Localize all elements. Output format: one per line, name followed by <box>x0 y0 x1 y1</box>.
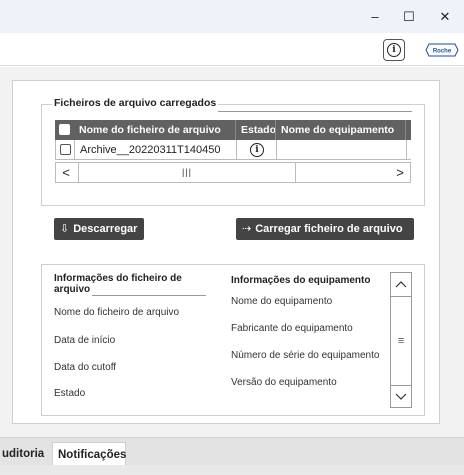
equipment-version-label: Versão do equipamento <box>231 377 337 388</box>
vertical-scrollbar[interactable]: ≡ <box>390 272 412 408</box>
row-checkbox[interactable] <box>60 144 71 155</box>
app-header: i Roche <box>0 33 464 66</box>
file-info-title: Informações do ficheiro de arquivo <box>54 273 182 295</box>
scroll-up-button[interactable] <box>391 273 411 295</box>
file-name-cell: Archive__20220311T140450 <box>80 144 221 156</box>
scroll-right-button[interactable]: > <box>390 163 410 182</box>
cell-divider <box>236 140 237 160</box>
uploaded-files-title: Ficheiros de arquivo carregados <box>52 97 219 109</box>
file-name-label: Nome do ficheiro de arquivo <box>54 307 180 318</box>
title-underline <box>92 295 206 296</box>
download-icon: ⇩ <box>60 223 70 235</box>
download-label: Descarregar <box>73 223 138 235</box>
scroll-thumb[interactable]: ≡ <box>391 296 411 386</box>
close-button[interactable]: ✕ <box>437 9 453 25</box>
column-divider[interactable] <box>405 120 406 140</box>
column-header-equipment-name[interactable]: Nome do equipamento <box>275 120 411 140</box>
equipment-name-label: Nome do equipamento <box>231 296 333 307</box>
cell-divider <box>406 140 407 160</box>
info-icon: i <box>387 43 401 57</box>
status-label: Estado <box>54 388 86 399</box>
scroll-thumb[interactable]: ||| <box>78 163 296 182</box>
manufacturer-label: Fabricante do equipamento <box>231 323 353 334</box>
column-header-file-name[interactable]: Nome do ficheiro de arquivo <box>73 120 235 140</box>
info-icon[interactable]: i <box>250 143 264 157</box>
horizontal-scrollbar[interactable]: < ||| > <box>55 162 411 183</box>
table-row[interactable]: Archive__20220311T140450 i <box>55 140 411 160</box>
upload-archive-button[interactable]: ⇢ Carregar ficheiro de arquivo <box>236 218 414 240</box>
tab-notifications[interactable]: Notificações <box>52 442 126 466</box>
tab-audit[interactable]: uditoria <box>0 442 49 466</box>
serial-number-label: Número de série do equipamento <box>231 350 380 361</box>
roche-logo: Roche <box>425 43 459 57</box>
upload-icon: ⇢ <box>242 223 252 235</box>
chevron-down-icon <box>395 393 407 400</box>
title-underline <box>218 111 412 112</box>
status-bar <box>0 465 464 475</box>
column-header-status[interactable]: Estado <box>235 120 279 140</box>
equipment-name-cell <box>276 140 406 160</box>
table-header: Nome do ficheiro de arquivo Estado Nome … <box>55 120 411 140</box>
cutoff-date-label: Data do cutoff <box>54 362 117 373</box>
select-all-checkbox[interactable] <box>59 124 70 135</box>
scroll-left-button[interactable]: < <box>56 163 76 182</box>
start-date-label: Data de início <box>54 335 116 346</box>
bottom-tabbar: uditoria Notificações <box>0 437 464 466</box>
info-button[interactable]: i <box>383 39 405 61</box>
download-button[interactable]: ⇩ Descarregar <box>54 218 144 240</box>
window-titlebar: – ☐ ✕ <box>0 0 464 33</box>
equipment-info-title: Informações do equipamento <box>231 275 371 286</box>
scroll-down-button[interactable] <box>391 386 411 408</box>
upload-label: Carregar ficheiro de arquivo <box>255 223 403 235</box>
maximize-button[interactable]: ☐ <box>401 9 417 25</box>
logo-text: Roche <box>433 49 452 55</box>
minimize-button[interactable]: – <box>367 9 383 25</box>
chevron-up-icon <box>395 281 407 288</box>
